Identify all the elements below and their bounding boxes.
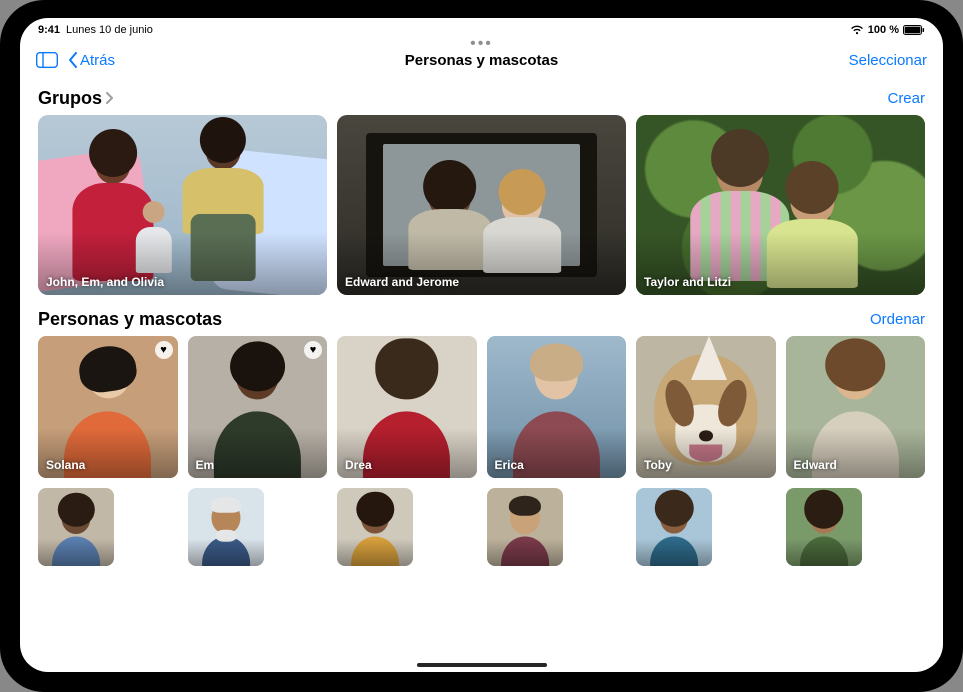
group-label: John, Em, and Olivia <box>46 275 164 289</box>
status-right: 100 % <box>850 24 925 36</box>
wifi-icon <box>850 25 864 35</box>
sort-button[interactable]: Ordenar <box>870 311 925 328</box>
person-label: Toby <box>644 458 672 472</box>
person-card[interactable] <box>487 488 563 566</box>
person-card[interactable]: Edward <box>786 336 926 478</box>
people-grid-row-2 <box>38 488 925 566</box>
person-label: Erica <box>495 458 524 472</box>
group-label: Edward and Jerome <box>345 275 459 289</box>
groups-title[interactable]: Grupos <box>38 88 114 109</box>
content-area[interactable]: Grupos Crear <box>20 78 943 672</box>
person-label: Solana <box>46 458 85 472</box>
people-title: Personas y mascotas <box>38 309 222 330</box>
person-card[interactable] <box>337 488 413 566</box>
person-card[interactable] <box>636 488 712 566</box>
status-battery-text: 100 % <box>868 24 899 36</box>
person-card[interactable] <box>188 488 264 566</box>
person-card[interactable] <box>786 488 862 566</box>
people-header: Personas y mascotas Ordenar <box>38 309 925 330</box>
person-card[interactable]: ♥ Solana <box>38 336 178 478</box>
status-time: 9:41 <box>38 24 60 36</box>
group-card[interactable]: Taylor and Litzi <box>636 115 925 295</box>
person-card[interactable] <box>38 488 114 566</box>
status-left: 9:41 Lunes 10 de junio <box>38 24 153 36</box>
back-label: Atrás <box>80 52 115 69</box>
status-date: Lunes 10 de junio <box>66 24 153 36</box>
person-label: Em <box>196 458 215 472</box>
battery-icon <box>903 25 925 35</box>
back-button[interactable]: Atrás <box>68 52 115 69</box>
person-card[interactable]: Drea <box>337 336 477 478</box>
person-label: Edward <box>794 458 837 472</box>
create-group-button[interactable]: Crear <box>887 90 925 107</box>
groups-row: John, Em, and Olivia <box>38 115 925 295</box>
chevron-right-icon <box>106 91 114 107</box>
sidebar-toggle-icon[interactable] <box>36 51 58 69</box>
favorite-heart-icon: ♥ <box>304 341 322 359</box>
chevron-left-icon <box>68 52 78 68</box>
people-title-label: Personas y mascotas <box>38 309 222 330</box>
nav-bar: Atrás Personas y mascotas Seleccionar <box>20 38 943 78</box>
people-grid: ♥ Solana ♥ Em <box>38 336 925 478</box>
person-card[interactable]: Toby <box>636 336 776 478</box>
favorite-heart-icon: ♥ <box>155 341 173 359</box>
group-label: Taylor and Litzi <box>644 275 731 289</box>
home-indicator[interactable] <box>417 663 547 667</box>
select-button[interactable]: Seleccionar <box>849 52 927 69</box>
page-title: Personas y mascotas <box>405 52 558 69</box>
group-card[interactable]: Edward and Jerome <box>337 115 626 295</box>
screen: 9:41 Lunes 10 de junio 100 % ••• <box>20 18 943 672</box>
ipad-frame: 9:41 Lunes 10 de junio 100 % ••• <box>0 0 963 692</box>
groups-header: Grupos Crear <box>38 88 925 109</box>
person-label: Drea <box>345 458 372 472</box>
groups-title-label: Grupos <box>38 88 102 109</box>
group-card[interactable]: John, Em, and Olivia <box>38 115 327 295</box>
person-card[interactable]: Erica <box>487 336 627 478</box>
person-card[interactable]: ♥ Em <box>188 336 328 478</box>
